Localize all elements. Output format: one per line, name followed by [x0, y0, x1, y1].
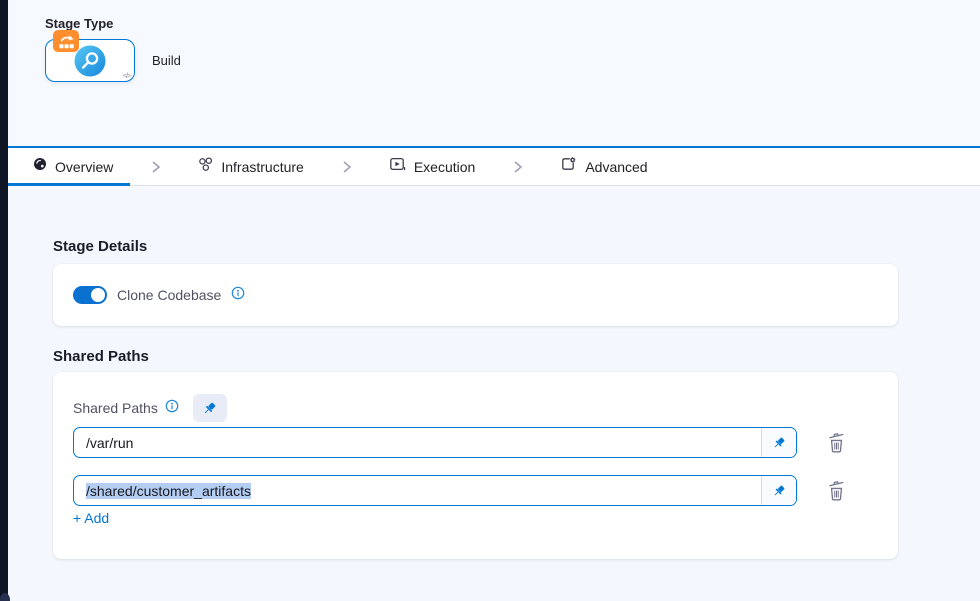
tab-infrastructure-label: Infrastructure: [221, 159, 303, 175]
tab-overview-label: Overview: [55, 159, 113, 175]
pin-icon: [772, 436, 786, 450]
left-nav-strip: [0, 0, 8, 601]
active-tab-underline: [8, 183, 130, 186]
stage-type-section: Stage Type: [0, 0, 980, 146]
clone-codebase-label: Clone Codebase: [117, 287, 221, 303]
tab-execution[interactable]: Execution: [389, 148, 475, 185]
shared-paths-field-label: Shared Paths: [73, 400, 158, 416]
clone-codebase-toggle[interactable]: [73, 286, 107, 304]
shared-path-value-2[interactable]: /shared/customer_artifacts: [74, 476, 761, 505]
code-glyph: </>: [123, 73, 130, 80]
tab-overview[interactable]: Overview: [33, 148, 113, 185]
build-stage-icon: [75, 45, 106, 76]
info-icon[interactable]: [231, 286, 245, 305]
chevron-right-icon: [340, 159, 353, 175]
stage-tabbar: Overview Infrastructure: [0, 146, 980, 186]
tab-infrastructure[interactable]: Infrastructure: [198, 148, 303, 185]
tab-execution-label: Execution: [414, 159, 475, 175]
input-pin-button[interactable]: [761, 476, 796, 505]
delete-path-button[interactable]: [827, 432, 846, 453]
shared-path-row: /shared/customer_artifacts: [73, 475, 846, 506]
execution-icon: [389, 156, 406, 177]
runtime-input-pin-button[interactable]: [193, 394, 227, 422]
stage-config-screen: Stage Type: [0, 0, 980, 601]
selected-text: /shared/customer_artifacts: [86, 483, 251, 499]
stage-name-label: Build: [152, 53, 181, 68]
chevron-right-icon: [149, 159, 162, 175]
trash-icon: [827, 480, 846, 501]
stage-details-card: Clone Codebase: [53, 264, 898, 326]
add-path-button[interactable]: + Add: [73, 510, 109, 526]
stage-type-label: Stage Type: [45, 16, 113, 31]
shared-paths-card: Shared Paths: [53, 372, 898, 559]
chevron-right-icon: [511, 159, 524, 175]
shared-path-row: /var/run: [73, 427, 846, 458]
shared-paths-heading: Shared Paths: [53, 348, 149, 365]
trash-icon: [827, 432, 846, 453]
shared-path-input-2[interactable]: /shared/customer_artifacts: [73, 475, 797, 506]
shared-path-value-1[interactable]: /var/run: [74, 428, 761, 457]
advanced-icon: [560, 156, 577, 177]
overview-tab-content: Stage Details Clone Codebase Shared Path…: [0, 189, 980, 601]
stage-type-card[interactable]: </>: [45, 39, 135, 82]
overview-icon: [33, 157, 47, 176]
pin-icon: [202, 401, 217, 416]
info-icon[interactable]: [165, 399, 179, 418]
shared-paths-field-label-row: Shared Paths: [73, 394, 227, 422]
tab-advanced[interactable]: Advanced: [560, 148, 647, 185]
infrastructure-icon: [198, 157, 213, 177]
clone-codebase-row: Clone Codebase: [53, 264, 898, 326]
pin-icon: [772, 484, 786, 498]
stage-details-heading: Stage Details: [53, 238, 147, 255]
delete-path-button[interactable]: [827, 480, 846, 501]
tab-advanced-label: Advanced: [585, 159, 647, 175]
input-pin-button[interactable]: [761, 428, 796, 457]
shared-path-input-1[interactable]: /var/run: [73, 427, 797, 458]
